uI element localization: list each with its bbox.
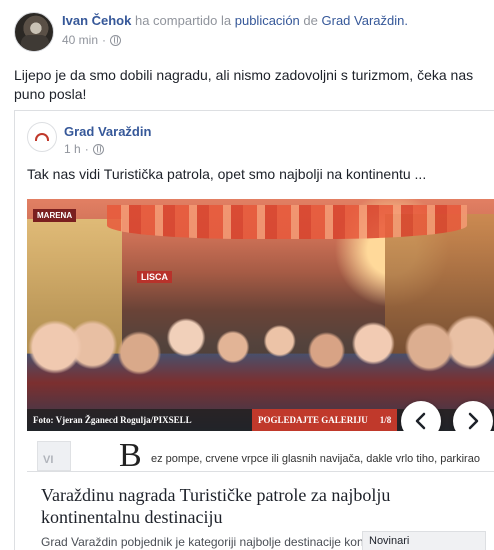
- link-title[interactable]: Varaždinu nagrada Turističke patrole za …: [41, 484, 481, 528]
- photo-umbrella-decoration: [107, 205, 467, 239]
- shared-message: Tak nas vidi Turistička patrola, opet sm…: [27, 166, 427, 182]
- article-thumbnail: VI: [37, 441, 71, 471]
- article-excerpt: ez pompe, crvene vrpce ili glasnih navij…: [151, 453, 480, 465]
- shared-meta-separator: ·: [84, 142, 89, 156]
- shared-timestamp[interactable]: 1 h: [64, 142, 81, 156]
- author-name-link[interactable]: Ivan Čehok: [62, 13, 131, 28]
- article-photo[interactable]: MARENA LISCA Foto: Vjeran Žganecd Rogulj…: [27, 199, 494, 431]
- city-logo-icon: [35, 133, 49, 141]
- shop-sign-lisca: LISCA: [137, 271, 172, 283]
- globe-icon[interactable]: [92, 143, 104, 155]
- shared-post: Ivan Čehok ha compartido la publicación …: [0, 0, 494, 550]
- gallery-label: POGLEDAJTE GALERIJU: [258, 415, 368, 425]
- link-description: Grad Varaždin pobjednik je kategoriji na…: [41, 535, 371, 549]
- shop-sign-left: MARENA: [33, 209, 77, 222]
- post-message: Lijepo je da smo dobili nagradu, ali nis…: [14, 67, 474, 102]
- share-action-text: ha compartido la: [134, 13, 232, 28]
- chevron-left-icon: [415, 412, 426, 430]
- globe-icon[interactable]: [110, 34, 122, 46]
- gallery-button[interactable]: POGLEDAJTE GALERIJU 1/8: [252, 409, 398, 431]
- gallery-count: 1/8: [379, 415, 392, 425]
- page-avatar[interactable]: [27, 122, 57, 152]
- post-meta: 40 min ·: [62, 33, 122, 47]
- article-preview-strip: VI B ez pompe, crvene vrpce ili glasnih …: [27, 431, 494, 471]
- shared-content-card: Grad Varaždin 1 h · Tak nas vidi Turisti…: [14, 110, 494, 550]
- publication-link[interactable]: publicación: [235, 13, 300, 28]
- post-timestamp[interactable]: 40 min: [62, 33, 98, 47]
- shared-page-name-link[interactable]: Grad Varaždin: [64, 124, 151, 139]
- post-header: Ivan Čehok ha compartido la publicación …: [62, 13, 408, 28]
- author-avatar[interactable]: [14, 12, 54, 52]
- shared-post-meta: 1 h ·: [64, 142, 104, 156]
- meta-separator: ·: [102, 33, 107, 47]
- source-page-link[interactable]: Grad Varaždin.: [322, 13, 408, 28]
- article-dropcap: B: [119, 437, 142, 472]
- chat-tab-novinari[interactable]: Novinari: [362, 531, 486, 550]
- photo-caption: Foto: Vjeran Žganecd Rogulja/PIXSELL: [33, 415, 192, 425]
- preposition-text: de: [303, 13, 318, 28]
- thumbnail-text: VI: [43, 454, 54, 466]
- chevron-right-icon: [468, 412, 479, 430]
